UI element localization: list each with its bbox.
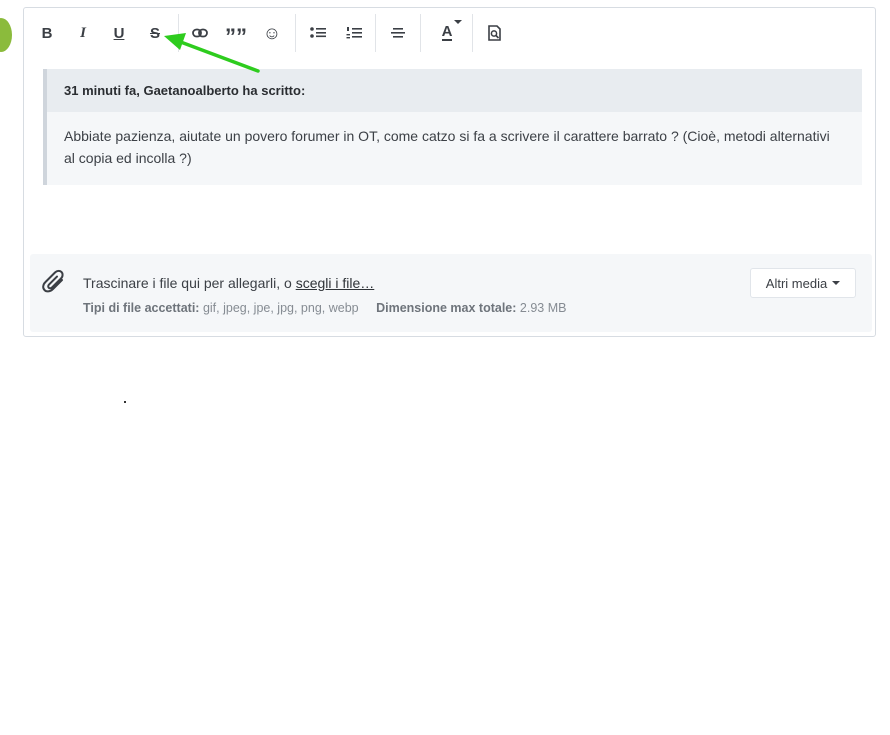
italic-icon: I [80, 24, 86, 41]
underline-icon: U [113, 24, 125, 42]
bold-icon: B [41, 24, 53, 42]
bullet-list-button[interactable] [304, 20, 332, 46]
max-size-value: 2.93 MB [519, 301, 567, 315]
quoted-message: 31 minuti fa, Gaetanoalberto ha scritto:… [43, 69, 862, 185]
accepted-types-value: gif, jpeg, jpe, jpg, png, webp [202, 301, 359, 315]
quote-icon-second: ” [236, 24, 247, 49]
file-constraints: Tipi di file accettati: gif, jpeg, jpe, … [83, 301, 566, 315]
attachment-dropzone[interactable]: Trascinare i file qui per allegarli, o s… [30, 254, 872, 332]
quote-button[interactable]: ”” [222, 20, 250, 49]
quote-body: Abbiate pazienza, aiutate un povero foru… [64, 128, 830, 166]
link-button[interactable] [186, 20, 214, 46]
more-media-label: Altri media [765, 275, 828, 291]
toolbar-divider [375, 14, 376, 52]
link-icon [192, 28, 208, 38]
choose-files-link[interactable]: scegli i file… [296, 275, 375, 291]
quote-header: 31 minuti fa, Gaetanoalberto ha scritto: [47, 69, 862, 112]
editor-toolbar: B I U S ”” ☺ A [24, 8, 875, 58]
avatar [0, 18, 12, 52]
message-editor: B I U S ”” ☺ A 31 minuti fa, Gaetanoalbe… [23, 7, 876, 337]
numbered-list-icon [346, 27, 362, 39]
align-center-icon [391, 28, 405, 38]
toolbar-divider [178, 14, 179, 52]
quote-icon: ” [225, 24, 236, 49]
preview-icon [488, 25, 501, 41]
max-size-label: Dimensione max totale: [376, 301, 517, 315]
underline-button[interactable]: U [105, 20, 133, 46]
toolbar-divider [295, 14, 296, 52]
strikethrough-icon: S [149, 24, 160, 42]
chevron-down-icon [454, 20, 462, 24]
strikethrough-button[interactable]: S [141, 20, 169, 46]
align-button[interactable] [384, 20, 412, 46]
paperclip-icon [42, 269, 64, 293]
emoji-icon: ☺ [262, 22, 282, 43]
drop-instructions: Trascinare i file qui per allegarli, o s… [83, 275, 374, 291]
chevron-down-icon [832, 281, 841, 285]
italic-button[interactable]: I [69, 20, 97, 46]
toolbar-divider [472, 14, 473, 52]
emoji-button[interactable]: ☺ [258, 20, 286, 46]
numbered-list-button[interactable] [340, 20, 368, 46]
preview-button[interactable] [481, 20, 509, 46]
accepted-types-label: Tipi di file accettati: [83, 301, 200, 315]
more-media-button[interactable]: Altri media [750, 268, 856, 298]
drop-prefix: Trascinare i file qui per allegarli, o [83, 275, 296, 291]
stray-dot [124, 401, 126, 403]
toolbar-divider [420, 14, 421, 52]
text-color-button[interactable]: A [430, 20, 464, 46]
text-color-icon: A [441, 23, 453, 41]
bold-button[interactable]: B [33, 20, 61, 46]
bullet-list-icon [310, 27, 326, 38]
